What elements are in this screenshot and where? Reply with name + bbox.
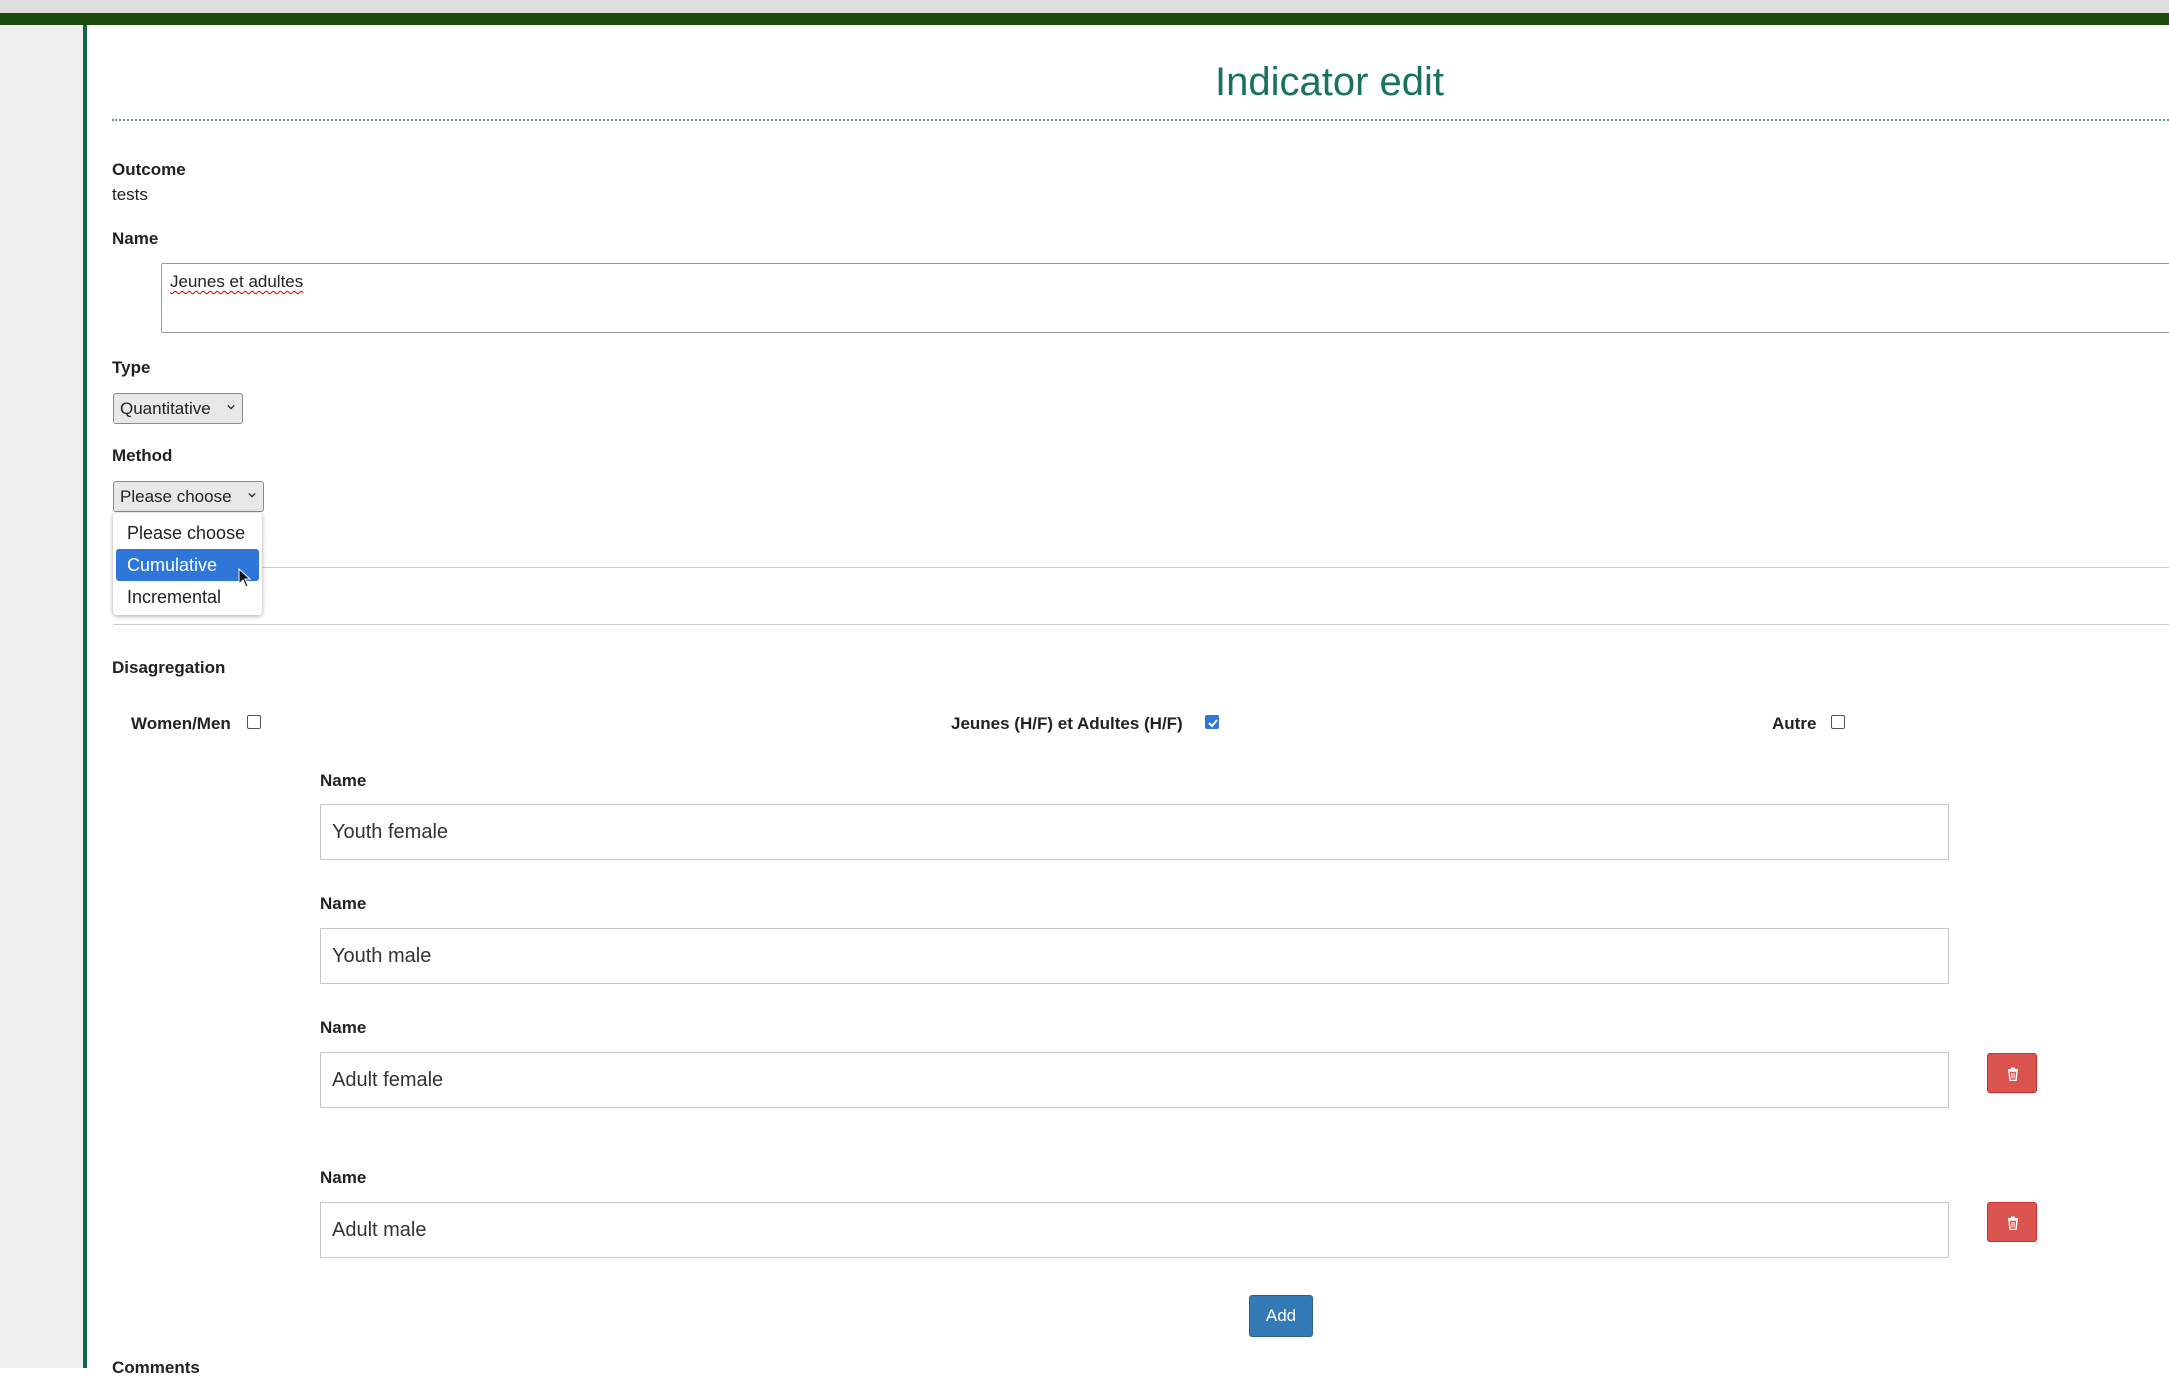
content-area: [87, 25, 2169, 1368]
disaggregation-label: Disagregation: [112, 658, 226, 677]
top-bar: [0, 0, 2169, 25]
item-name-input[interactable]: Youth female: [320, 804, 1949, 860]
disagg-option-youth-adult-label: Jeunes (H/F) et Adultes (H/F): [951, 714, 1183, 733]
item-name-label: Name: [320, 1168, 367, 1187]
disagg-autre-checkbox[interactable]: [1831, 715, 1845, 729]
left-gutter: [0, 25, 83, 1368]
top-bar-stripe: [0, 13, 2169, 25]
disagg-youth-adult-checkbox[interactable]: [1205, 715, 1219, 729]
chevron-down-icon: [227, 404, 235, 410]
delete-item-button[interactable]: [1987, 1053, 2037, 1093]
method-selected-value: Please choose: [120, 487, 232, 506]
disagg-option-women-men-label: Women/Men: [131, 714, 231, 733]
comments-label: Comments: [112, 1358, 200, 1377]
method-select[interactable]: Please choose: [113, 481, 264, 512]
name-label: Name: [112, 229, 159, 248]
outcome-label: Outcome: [112, 160, 186, 179]
method-label: Method: [112, 446, 173, 465]
item-name-input[interactable]: Youth male: [320, 928, 1949, 984]
mouse-pointer-icon: [238, 568, 252, 588]
item-name-input[interactable]: Adult female: [320, 1052, 1949, 1108]
disagg-option-autre-label: Autre: [1772, 714, 1817, 733]
method-option-please-choose[interactable]: Please choose: [116, 517, 259, 549]
title-divider: [112, 119, 2169, 121]
page-title: Indicator edit: [1215, 60, 1445, 104]
name-text: Jeunes et adultes: [170, 272, 304, 291]
trash-icon: [2008, 1216, 2018, 1230]
method-dropdown-list: Please choose Cumulative Incremental: [113, 513, 262, 615]
delete-item-button[interactable]: [1987, 1202, 2037, 1242]
name-textarea[interactable]: Jeunes et adultes: [161, 263, 2169, 333]
item-name-label: Name: [320, 1018, 367, 1037]
item-name-input[interactable]: Adult male: [320, 1202, 1949, 1258]
trash-icon: [2008, 1067, 2018, 1081]
chevron-down-icon: [248, 492, 256, 498]
type-select[interactable]: Quantitative: [113, 393, 243, 424]
type-label: Type: [112, 358, 151, 377]
item-name-label: Name: [320, 894, 367, 913]
method-panel: [113, 567, 2169, 625]
add-item-button[interactable]: Add: [1249, 1295, 1313, 1337]
item-name-label: Name: [320, 771, 367, 790]
check-icon: [1208, 719, 1218, 728]
outcome-value: tests: [112, 185, 148, 204]
type-selected-value: Quantitative: [120, 399, 211, 418]
disagg-women-men-checkbox[interactable]: [247, 715, 261, 729]
